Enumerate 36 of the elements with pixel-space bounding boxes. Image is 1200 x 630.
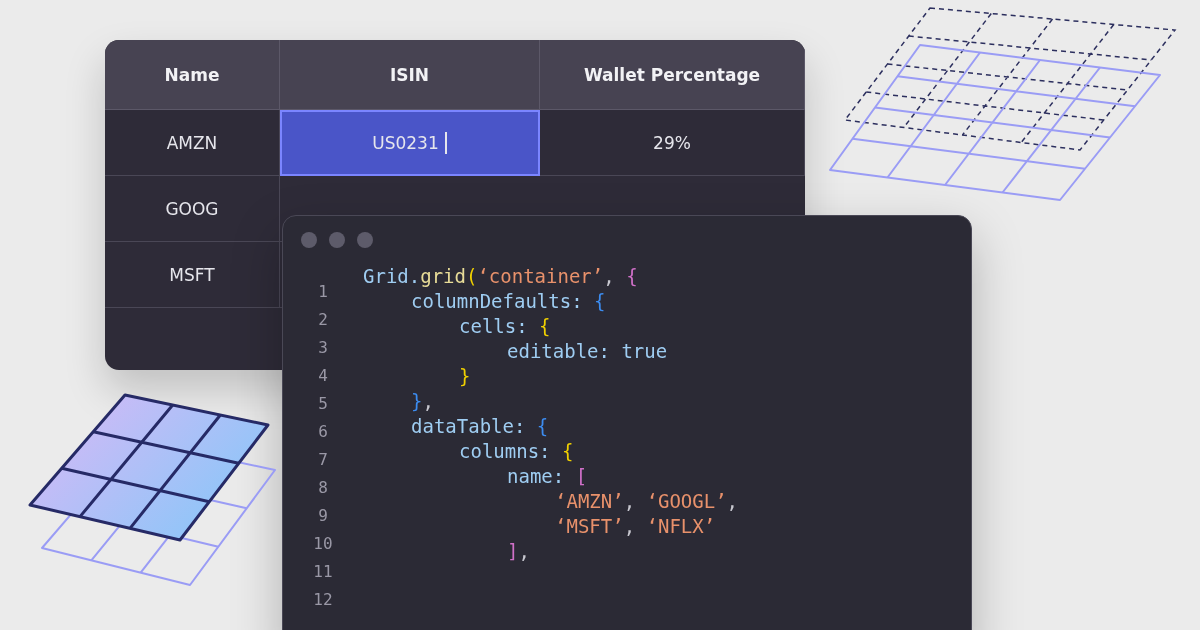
line-number: 5: [318, 393, 328, 415]
code-line: ‘AMZN’, ‘GOOGL’,: [555, 489, 739, 514]
code-line: name: [: [507, 464, 588, 489]
line-number: 11: [313, 561, 333, 583]
editing-cell[interactable]: US0231: [280, 110, 540, 176]
code-line: dataTable: {: [411, 414, 549, 439]
line-number: 10: [313, 533, 333, 555]
line-number: 4: [318, 365, 328, 387]
line-number: 9: [318, 505, 328, 527]
column-header[interactable]: Wallet Percentage: [540, 40, 805, 110]
line-number: 1: [318, 281, 328, 303]
table-cell[interactable]: GOOG: [105, 176, 280, 242]
window-dot-icon: [301, 232, 317, 248]
code-line: editable: true: [507, 339, 668, 364]
code-line: columnDefaults: {: [411, 289, 606, 314]
line-number: 2: [318, 309, 328, 331]
code-line: Grid.grid(‘container’, {: [363, 264, 638, 289]
column-header[interactable]: Name: [105, 40, 280, 110]
code-line: columns: {: [459, 439, 574, 464]
line-number: 3: [318, 337, 328, 359]
text-cursor: [444, 131, 447, 154]
line-number: 12: [313, 589, 333, 611]
code-line: ],: [507, 539, 530, 564]
code-line: cells: {: [459, 314, 551, 339]
column-header[interactable]: ISIN: [280, 40, 540, 110]
line-number: 6: [318, 421, 328, 443]
code-line: },: [411, 389, 434, 414]
table-cell[interactable]: AMZN: [105, 110, 280, 176]
code-line: }: [459, 364, 471, 389]
table-cell[interactable]: MSFT: [105, 242, 280, 308]
line-number: 8: [318, 477, 328, 499]
code-line: ‘MSFT’, ‘NFLX’: [555, 514, 716, 539]
line-number: 7: [318, 449, 328, 471]
window-dot-icon: [329, 232, 345, 248]
table-cell[interactable]: 29%: [540, 110, 805, 176]
window-dot-icon: [357, 232, 373, 248]
